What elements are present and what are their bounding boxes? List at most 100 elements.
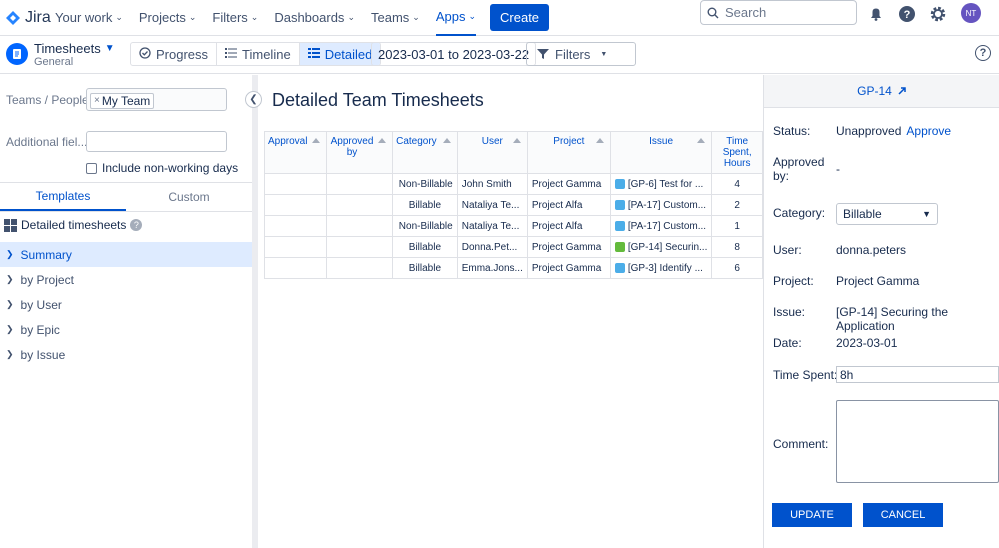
non-working-days-checkbox[interactable]: Include non-working days — [86, 161, 238, 175]
cell-project: Project Gamma — [526, 236, 611, 258]
notifications-icon[interactable] — [866, 4, 886, 24]
tab-timeline[interactable]: Timeline — [217, 43, 300, 65]
table-header-row: Approval Approved by Category User Proje… — [264, 131, 763, 174]
teams-people-select[interactable]: × My Team — [86, 88, 227, 111]
cancel-button[interactable]: CANCEL — [863, 503, 943, 527]
status-text: Unapproved — [836, 124, 902, 138]
tab-detailed[interactable]: Detailed — [299, 43, 381, 65]
template-tree: ❯ Summary ❯ by Project ❯ by User ❯ by Epic ❯… — [0, 242, 252, 367]
app-title: Timesheets — [34, 41, 101, 56]
comment-textarea[interactable] — [836, 400, 999, 483]
tree-item-summary[interactable]: ❯ Summary — [0, 242, 252, 267]
search-placeholder: Search — [725, 5, 767, 20]
nav-dashboards[interactable]: Dashboards ⌄ — [274, 10, 355, 25]
column-label: Project — [553, 136, 585, 147]
non-working-days-label: Include non-working days — [102, 161, 239, 175]
column-header-approved-by[interactable]: Approved by — [325, 131, 394, 174]
user-avatar[interactable]: NT — [961, 3, 981, 23]
additional-fields-input[interactable] — [86, 131, 227, 152]
cell-category: Billable — [392, 194, 458, 216]
column-label: User — [481, 136, 503, 147]
tree-item-label: by Project — [20, 272, 74, 287]
date-range-picker[interactable]: 2023-03-01 to 2023-03-22 — [371, 42, 537, 66]
table-row[interactable]: Billable Donna.Pet... Project Gamma [GP-… — [264, 236, 763, 258]
table-row[interactable]: Non-Billable Nataliya Te... Project Alfa… — [264, 215, 763, 237]
sort-arrow-icon — [595, 138, 604, 143]
cell-project: Project Alfa — [526, 215, 611, 237]
nav-your-work[interactable]: Your work ⌄ — [55, 10, 123, 25]
sidebar-tabs: Templates Custom — [0, 182, 252, 212]
left-sidebar: Teams / People: × My Team Additional fiel… — [0, 75, 252, 548]
jira-logo[interactable]: Jira — [5, 9, 55, 27]
brand-name: Jira — [25, 8, 51, 26]
main-nav: Your work ⌄ Projects ⌄ Filters ⌄ Dashboards… — [55, 0, 550, 36]
cell-hours: 1 — [711, 215, 763, 237]
category-value: Billable — [843, 207, 882, 221]
tree-item-label: Summary — [20, 247, 72, 262]
cell-issue[interactable]: [GP-14] Securin... — [609, 236, 713, 258]
table-row[interactable]: Billable Emma.Jons... Project Gamma [GP-… — [264, 257, 763, 279]
tree-item-by-epic[interactable]: ❯ by Epic — [0, 317, 252, 342]
tab-custom[interactable]: Custom — [126, 183, 252, 211]
tree-item-by-project[interactable]: ❯ by Project — [0, 267, 252, 292]
chevron-down-icon: ▼ — [922, 209, 931, 219]
cell-issue[interactable]: [GP-3] Identify ... — [609, 257, 713, 279]
list-icon — [225, 47, 238, 62]
tree-item-by-issue[interactable]: ❯ by Issue — [0, 342, 252, 367]
cell-hours: 4 — [711, 173, 763, 195]
nav-projects[interactable]: Projects ⌄ — [139, 10, 197, 25]
remove-tag-icon[interactable]: × — [94, 95, 100, 106]
column-header-time-spent[interactable]: Time Spent, Hours — [711, 131, 763, 174]
column-header-project[interactable]: Project — [526, 131, 611, 174]
approve-link[interactable]: Approve — [906, 124, 951, 138]
chevron-right-icon: ❯ — [6, 249, 14, 259]
tree-item-label: by Issue — [20, 347, 66, 362]
help-icon[interactable]: ? — [130, 219, 143, 231]
tab-progress[interactable]: Progress — [131, 43, 218, 65]
nav-teams[interactable]: Teams ⌄ — [371, 10, 420, 25]
app-switcher[interactable]: Timesheets ▼ General — [6, 41, 115, 68]
worklog-detail-panel: GP-14 Status: Unapproved Approve Approved… — [763, 75, 999, 548]
cell-user: Emma.Jons... — [456, 257, 528, 279]
top-navigation: Jira Your work ⌄ Projects ⌄ Filters ⌄ Dashb… — [0, 0, 999, 36]
chevron-right-icon: ❯ — [6, 274, 14, 284]
nav-filters[interactable]: Filters ⌄ — [212, 10, 258, 25]
issue-link[interactable]: GP-14 — [764, 75, 999, 108]
search-input[interactable]: Search — [700, 0, 857, 25]
table-row[interactable]: Billable Nataliya Te... Project Alfa [PA… — [264, 194, 763, 216]
cell-approval — [264, 257, 327, 279]
cell-approval — [264, 215, 327, 237]
nav-apps[interactable]: Apps ⌄ — [435, 0, 477, 36]
status-label: Status: — [773, 124, 811, 138]
settings-gear-icon[interactable] — [928, 4, 948, 24]
time-spent-label: Time Spent: — [773, 368, 838, 382]
column-header-user[interactable]: User — [456, 131, 528, 174]
table-row[interactable]: Non-Billable John Smith Project Gamma [G… — [264, 173, 763, 195]
detailed-timesheets-heading: Detailed timesheets ? — [4, 218, 143, 232]
filters-button[interactable]: Filters ▼ — [526, 42, 636, 66]
main-content: Detailed Team Timesheets Approval Approv… — [258, 75, 763, 548]
column-header-approval[interactable]: Approval — [264, 131, 327, 174]
category-select[interactable]: Billable ▼ — [836, 203, 938, 225]
tab-templates[interactable]: Templates — [0, 183, 126, 211]
update-button[interactable]: UPDATE — [772, 503, 852, 527]
time-spent-input[interactable]: 8h — [836, 366, 999, 383]
nav-label: Filters — [212, 10, 248, 25]
cell-issue[interactable]: [GP-6] Test for ... — [609, 173, 713, 195]
help-icon[interactable]: ? — [897, 4, 917, 24]
progress-icon — [139, 46, 151, 62]
tree-item-by-user[interactable]: ❯ by User — [0, 292, 252, 317]
nav-label: Teams — [370, 10, 410, 25]
sort-arrow-icon — [442, 138, 451, 143]
cell-issue[interactable]: [PA-17] Custom... — [609, 215, 713, 237]
collapse-sidebar-button[interactable]: ❮ — [245, 91, 262, 108]
column-header-category[interactable]: Category — [392, 131, 458, 174]
checkbox-task-icon — [614, 199, 625, 210]
cell-issue[interactable]: [PA-17] Custom... — [609, 194, 713, 216]
create-button[interactable]: Create — [490, 4, 550, 31]
help-icon[interactable]: ? — [975, 45, 991, 61]
team-tag[interactable]: × My Team — [90, 92, 155, 109]
issue-key: GP-14 — [857, 84, 892, 98]
column-header-issue[interactable]: Issue — [609, 131, 713, 174]
issue-label: [GP-3] Identify ... — [627, 262, 703, 274]
